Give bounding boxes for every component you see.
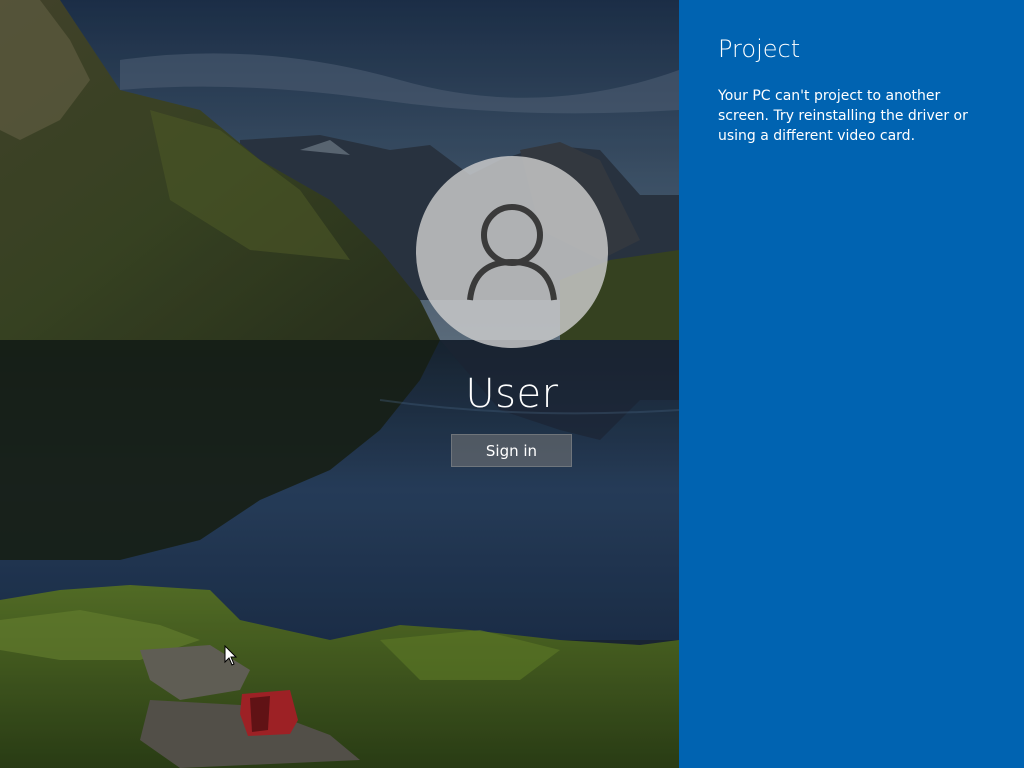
user-icon: [467, 204, 557, 301]
user-name: User: [465, 371, 559, 417]
user-avatar: [416, 156, 608, 348]
lock-screen: User Sign in Project Your PC can't proje…: [0, 0, 1024, 768]
sign-in-button[interactable]: Sign in: [451, 434, 572, 467]
project-title: Project: [718, 35, 801, 63]
arrow-pointer-icon: [224, 645, 238, 666]
project-flyout: Project Your PC can't project to another…: [679, 0, 1024, 768]
project-error-message: Your PC can't project to another screen.…: [718, 88, 968, 144]
